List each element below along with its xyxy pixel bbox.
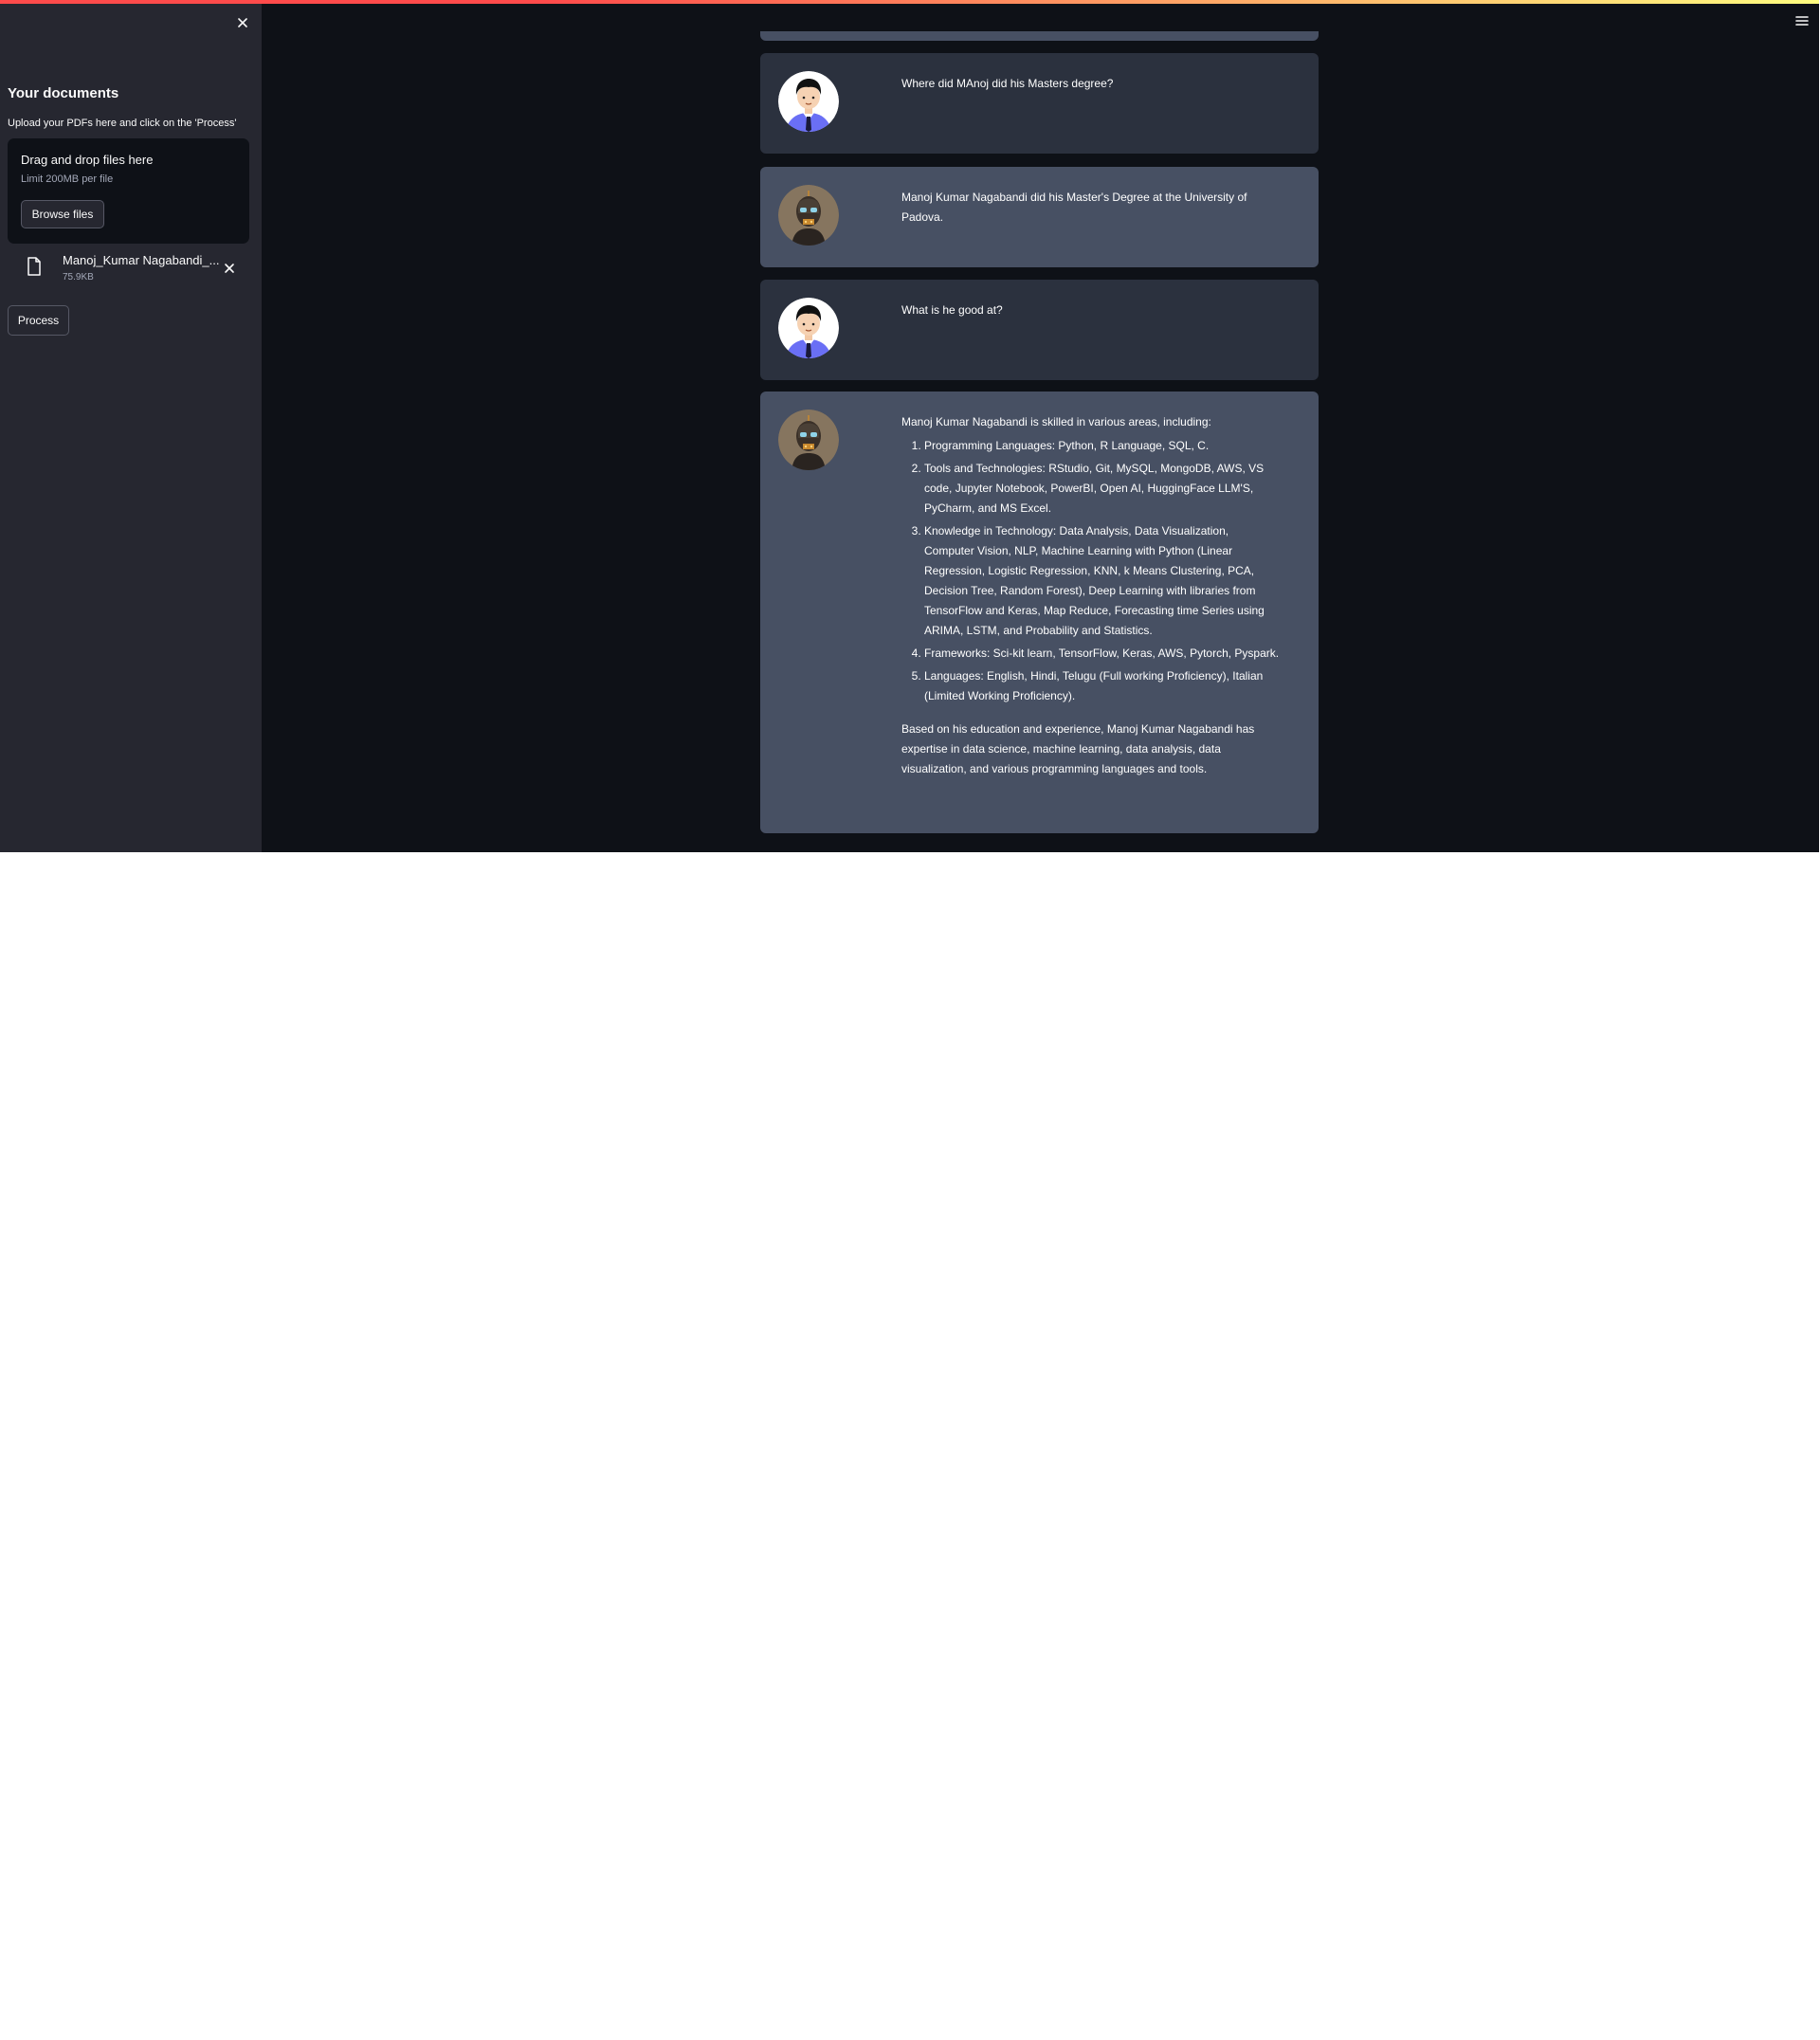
list-item: Languages: English, Hindi, Telugu (Full … [924,666,1281,706]
user-avatar [778,298,839,358]
list-item: Knowledge in Technology: Data Analysis, … [924,521,1281,641]
uploaded-file-name: Manoj_Kumar Nagabandi_... [63,253,220,267]
sidebar-close-icon[interactable] [233,13,252,32]
answer-outro: Based on his education and experience, M… [901,722,1255,775]
previous-message-edge [760,31,1319,41]
remove-file-close-icon[interactable] [222,261,237,276]
message-text: Manoj Kumar Nagabandi did his Master's D… [901,191,1247,224]
file-dropzone[interactable]: Drag and drop files here Limit 200MB per… [8,138,249,244]
user-avatar [778,71,839,132]
app-window: Your documents Upload your PDFs here and… [0,0,1819,852]
uploaded-file-size: 75.9KB [63,272,94,282]
dropzone-limit: Limit 200MB per file [21,173,114,185]
chat-message-user: Where did MAnoj did his Masters degree? [760,53,1319,154]
file-icon [27,257,42,276]
message-text: Manoj Kumar Nagabandi is skilled in vari… [901,412,1281,779]
sidebar: Your documents Upload your PDFs here and… [0,0,262,852]
browse-files-button[interactable]: Browse files [21,200,104,228]
process-button[interactable]: Process [8,305,69,336]
list-item: Tools and Technologies: RStudio, Git, My… [924,459,1281,519]
hamburger-menu-icon[interactable] [1795,14,1809,27]
uploaded-file-item: Manoj_Kumar Nagabandi_... 75.9KB [8,250,249,288]
list-item: Frameworks: Sci-kit learn, TensorFlow, K… [924,644,1281,664]
list-item: Programming Languages: Python, R Languag… [924,436,1281,456]
message-text: What is he good at? [901,303,1003,317]
answer-intro: Manoj Kumar Nagabandi is skilled in vari… [901,415,1211,428]
bot-avatar [778,410,839,470]
upload-caption: Upload your PDFs here and click on the '… [8,118,237,129]
top-decoration-bar [0,0,1819,4]
chat-message-bot: Manoj Kumar Nagabandi did his Master's D… [760,167,1319,267]
dropzone-title: Drag and drop files here [21,153,154,167]
chat-message-user: What is he good at? [760,280,1319,380]
message-text: Where did MAnoj did his Masters degree? [901,77,1114,90]
sidebar-title: Your documents [8,85,119,101]
chat-message-bot: Manoj Kumar Nagabandi is skilled in vari… [760,392,1319,833]
bot-avatar [778,185,839,246]
answer-list: Programming Languages: Python, R Languag… [901,436,1281,706]
